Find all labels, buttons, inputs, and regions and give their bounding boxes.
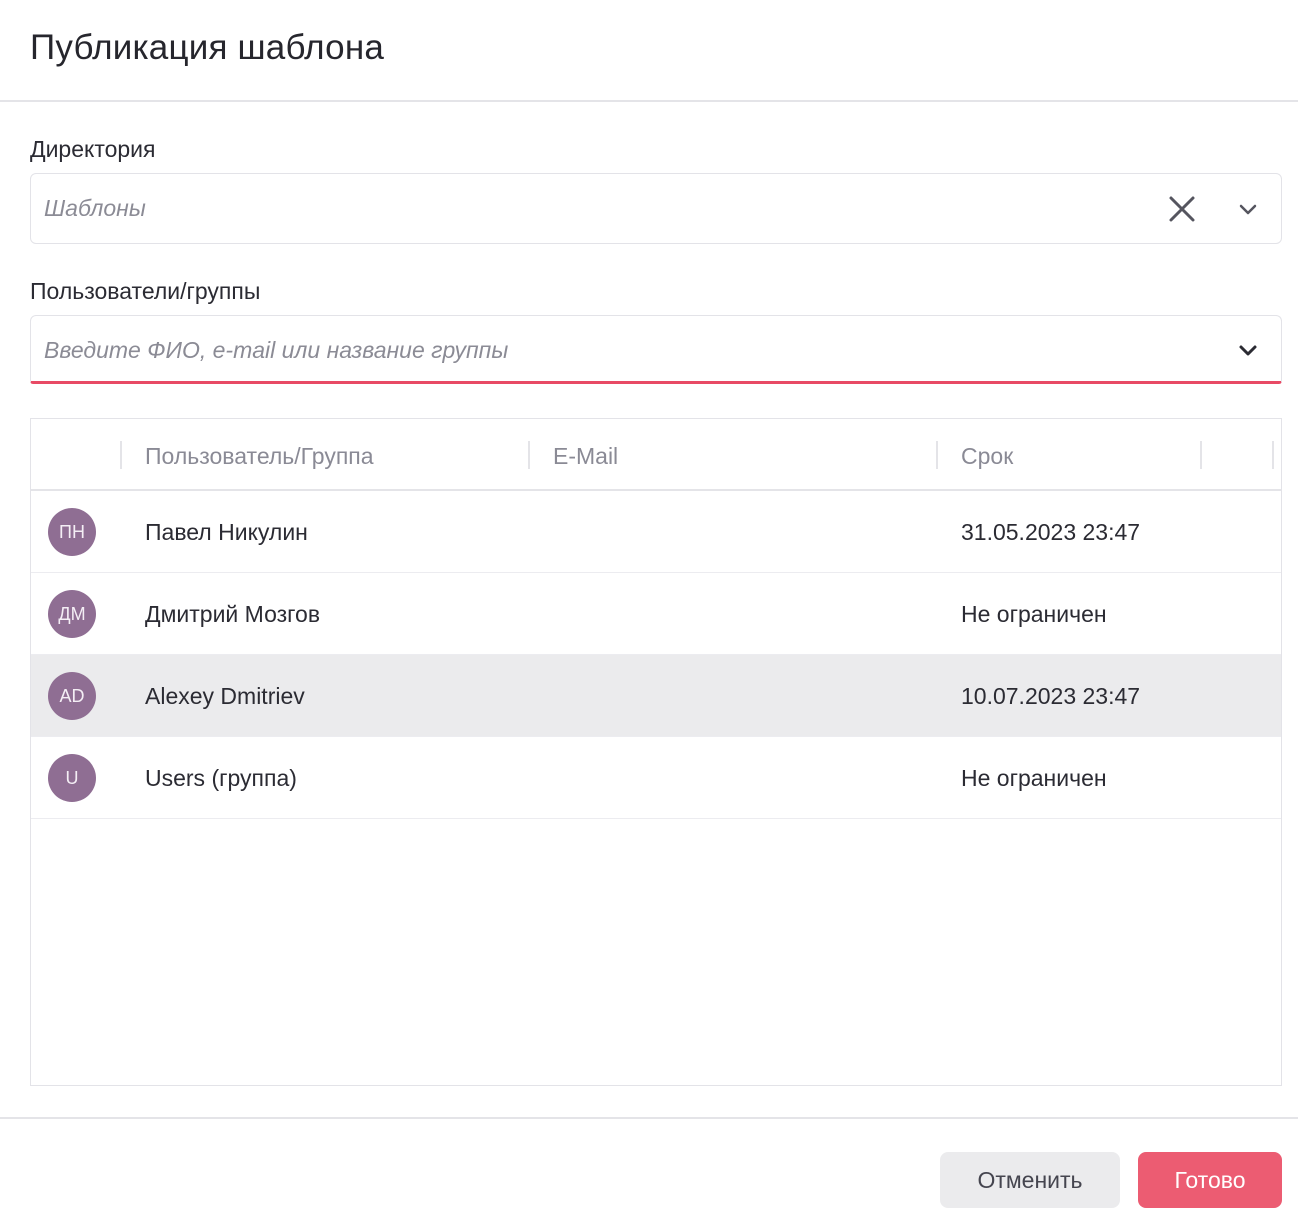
avatar: ДМ (48, 590, 96, 638)
column-separator[interactable] (120, 441, 122, 469)
column-separator[interactable] (1200, 441, 1202, 469)
table-row[interactable]: U Users (группа) Не ограничен (31, 737, 1281, 819)
access-term: 10.07.2023 23:47 (961, 683, 1141, 709)
access-term: Не ограничен (961, 765, 1107, 791)
column-separator[interactable] (528, 441, 530, 469)
column-separator[interactable] (1272, 441, 1274, 469)
column-header-user[interactable]: Пользователь/Группа (145, 443, 374, 470)
users-label: Пользователи/группы (30, 278, 261, 304)
column-header-email[interactable]: E-Mail (553, 443, 618, 470)
permissions-table: Пользователь/Группа E-Mail Срок ПН Павел… (30, 418, 1282, 1086)
chevron-down-icon[interactable] (1235, 337, 1261, 363)
avatar: U (48, 754, 96, 802)
publish-template-dialog: Публикация шаблона Директория Шаблоны По… (0, 0, 1298, 1214)
users-search-input[interactable]: Введите ФИО, e-mail или название группы (30, 315, 1282, 384)
avatar: ПН (48, 508, 96, 556)
dialog-title: Публикация шаблона (30, 28, 385, 67)
access-term: 31.05.2023 23:47 (961, 519, 1141, 545)
column-header-term[interactable]: Срок (961, 443, 1013, 470)
avatar: AD (48, 672, 96, 720)
done-button[interactable]: Готово (1138, 1152, 1282, 1208)
dialog-header: Публикация шаблона (0, 0, 1298, 102)
directory-select[interactable]: Шаблоны (30, 173, 1282, 244)
column-separator[interactable] (936, 441, 938, 469)
user-name: Павел Никулин (145, 519, 308, 545)
user-name: Alexey Dmitriev (145, 683, 305, 709)
directory-value: Шаблоны (44, 195, 146, 221)
chevron-down-icon[interactable] (1235, 196, 1261, 222)
footer-divider (0, 1117, 1298, 1119)
close-icon[interactable] (1167, 194, 1197, 224)
table-row[interactable]: ПН Павел Никулин 31.05.2023 23:47 (31, 491, 1281, 573)
user-name: Дмитрий Мозгов (145, 601, 321, 627)
table-row[interactable]: AD Alexey Dmitriev 10.07.2023 23:47 (31, 655, 1281, 737)
directory-label: Директория (30, 136, 156, 162)
user-name: Users (группа) (145, 765, 297, 791)
users-placeholder: Введите ФИО, e-mail или название группы (44, 337, 509, 363)
cancel-button[interactable]: Отменить (940, 1152, 1120, 1208)
table-header: Пользователь/Группа E-Mail Срок (31, 419, 1281, 491)
table-row[interactable]: ДМ Дмитрий Мозгов Не ограничен (31, 573, 1281, 655)
access-term: Не ограничен (961, 601, 1107, 627)
